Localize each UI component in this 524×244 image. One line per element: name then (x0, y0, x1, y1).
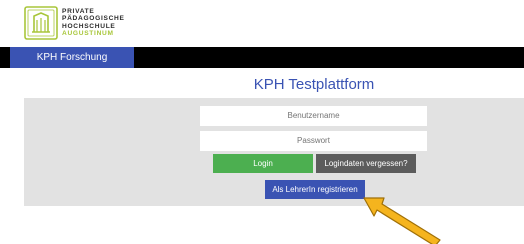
username-input[interactable] (200, 106, 427, 126)
institution-name-line2: PÄDAGOGISCHE (62, 15, 125, 23)
forgot-credentials-button[interactable]: Logindaten vergessen? (316, 154, 416, 173)
register-teacher-button[interactable]: Als LehrerIn registrieren (265, 180, 365, 199)
site-header: PRIVATE PÄDAGOGISCHE HOCHSCHULE AUGUSTIN… (0, 0, 524, 46)
login-button[interactable]: Login (213, 154, 313, 173)
university-crest-icon[interactable] (24, 6, 58, 40)
page-title: KPH Testplattform (253, 76, 375, 93)
institution-name-line3: HOCHSCHULE (62, 22, 116, 30)
nav-tab-kph-forschung[interactable]: KPH Forschung (10, 47, 134, 68)
pointer-arrow-icon (363, 197, 441, 244)
institution-name-line4: AUGUSTINUM (62, 30, 114, 38)
institution-name: PRIVATE PÄDAGOGISCHE HOCHSCHULE AUGUSTIN… (62, 8, 125, 38)
main-navigation-bar: KPH Forschung (0, 47, 524, 68)
password-input[interactable] (200, 131, 427, 151)
